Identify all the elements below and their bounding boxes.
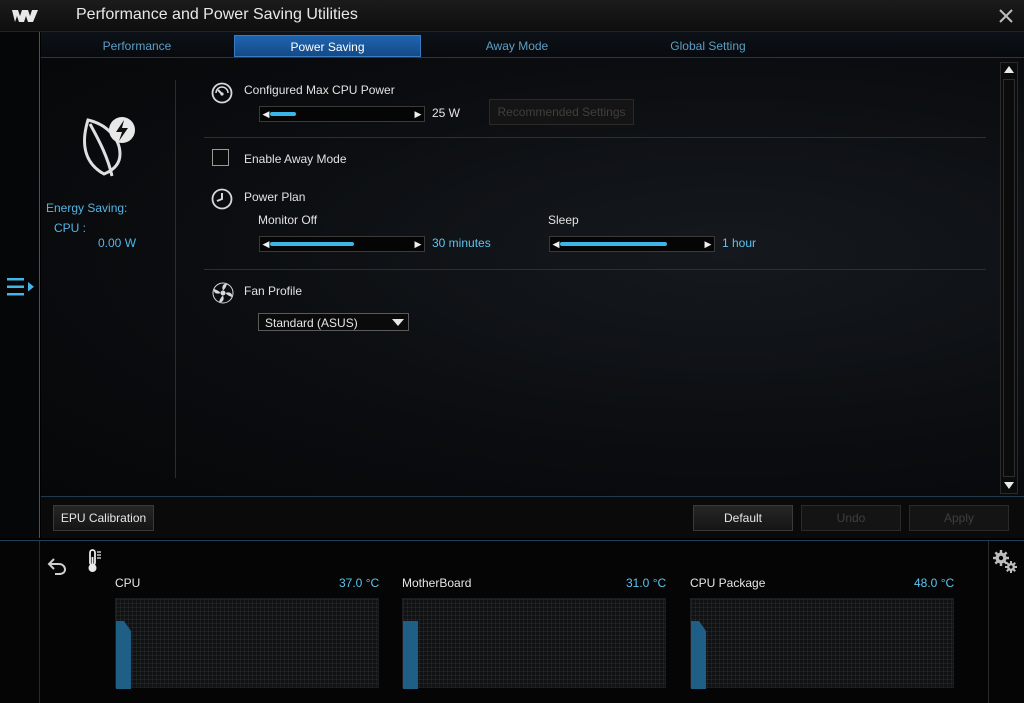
slider-fill xyxy=(270,112,296,116)
monitor-off-label: Monitor Off xyxy=(258,213,318,227)
monitor-off-slider[interactable]: ◀ ▶ xyxy=(259,236,425,252)
monitor-label-motherboard: MotherBoard xyxy=(402,576,472,590)
slider-right-arrow-icon[interactable]: ▶ xyxy=(413,237,423,251)
slider-right-arrow-icon[interactable]: ▶ xyxy=(703,237,713,251)
fan-profile-label: Fan Profile xyxy=(244,284,303,298)
cpu-package-temp-graph xyxy=(690,598,954,689)
cpu-temp-graph xyxy=(115,598,379,689)
speedometer-icon xyxy=(211,82,233,104)
monitor-off-value: 30 minutes xyxy=(432,236,491,250)
back-arrow-icon[interactable] xyxy=(46,554,68,576)
scroll-track[interactable] xyxy=(1003,79,1015,477)
away-mode-label: Enable Away Mode xyxy=(244,152,347,166)
panel-divider xyxy=(175,80,176,478)
tab-global-setting[interactable]: Global Setting xyxy=(653,35,763,57)
max-cpu-power-slider[interactable]: ◀ ▶ xyxy=(259,106,425,122)
scrollbar[interactable] xyxy=(1000,62,1018,494)
epu-calibration-button[interactable]: EPU Calibration xyxy=(53,505,154,531)
away-mode-checkbox[interactable] xyxy=(212,149,229,166)
fan-icon xyxy=(212,282,234,304)
section-divider xyxy=(204,137,986,138)
apply-button[interactable]: Apply xyxy=(909,505,1009,531)
monitor-value-cpu: 37.0 °C xyxy=(339,576,380,590)
scroll-up-icon[interactable] xyxy=(1004,66,1014,73)
window-title: Performance and Power Saving Utilities xyxy=(76,6,358,23)
cpu-power-label: CPU : xyxy=(54,221,87,235)
slider-right-arrow-icon[interactable]: ▶ xyxy=(413,107,423,121)
default-button[interactable]: Default xyxy=(693,505,793,531)
cpu-power-value: 0.00 W xyxy=(98,236,137,250)
power-plan-label: Power Plan xyxy=(244,190,306,204)
monitor-label-cpu: CPU xyxy=(115,576,141,590)
leaf-bolt-icon xyxy=(83,117,135,177)
max-cpu-power-label: Configured Max CPU Power xyxy=(244,83,395,97)
recommended-settings-button[interactable]: Recommended Settings xyxy=(489,99,634,125)
tab-performance[interactable]: Performance xyxy=(87,35,187,57)
monitor-value-motherboard: 31.0 °C xyxy=(626,576,667,590)
fan-profile-select[interactable]: Standard (ASUS) xyxy=(258,313,409,331)
sleep-label: Sleep xyxy=(548,213,579,227)
undo-button[interactable]: Undo xyxy=(801,505,901,531)
tab-bar: Performance Power Saving Away Mode Globa… xyxy=(41,32,1024,58)
monitor-value-cpu-package: 48.0 °C xyxy=(914,576,955,590)
motherboard-temp-graph xyxy=(402,598,666,689)
tuf-logo-icon xyxy=(12,10,38,22)
slider-fill xyxy=(270,242,354,246)
gear-icon[interactable] xyxy=(992,548,1018,574)
tab-away-mode[interactable]: Away Mode xyxy=(467,35,567,57)
bottom-left-strip xyxy=(0,541,40,703)
chevron-down-icon xyxy=(392,319,404,326)
tab-power-saving[interactable]: Power Saving xyxy=(234,35,421,57)
sleep-slider[interactable]: ◀ ▶ xyxy=(549,236,715,252)
scroll-down-icon[interactable] xyxy=(1004,482,1014,489)
menu-toggle-icon[interactable] xyxy=(4,274,36,300)
close-icon[interactable] xyxy=(996,6,1016,26)
max-cpu-power-value: 25 W xyxy=(432,106,461,120)
fan-profile-selected: Standard (ASUS) xyxy=(265,316,358,330)
slider-fill xyxy=(560,242,667,246)
sleep-value: 1 hour xyxy=(722,236,757,250)
section-divider xyxy=(204,269,986,270)
monitor-label-cpu-package: CPU Package xyxy=(690,576,766,590)
energy-saving-label: Energy Saving: xyxy=(46,201,128,215)
clock-icon xyxy=(211,188,233,210)
thermometer-icon[interactable] xyxy=(86,548,104,574)
